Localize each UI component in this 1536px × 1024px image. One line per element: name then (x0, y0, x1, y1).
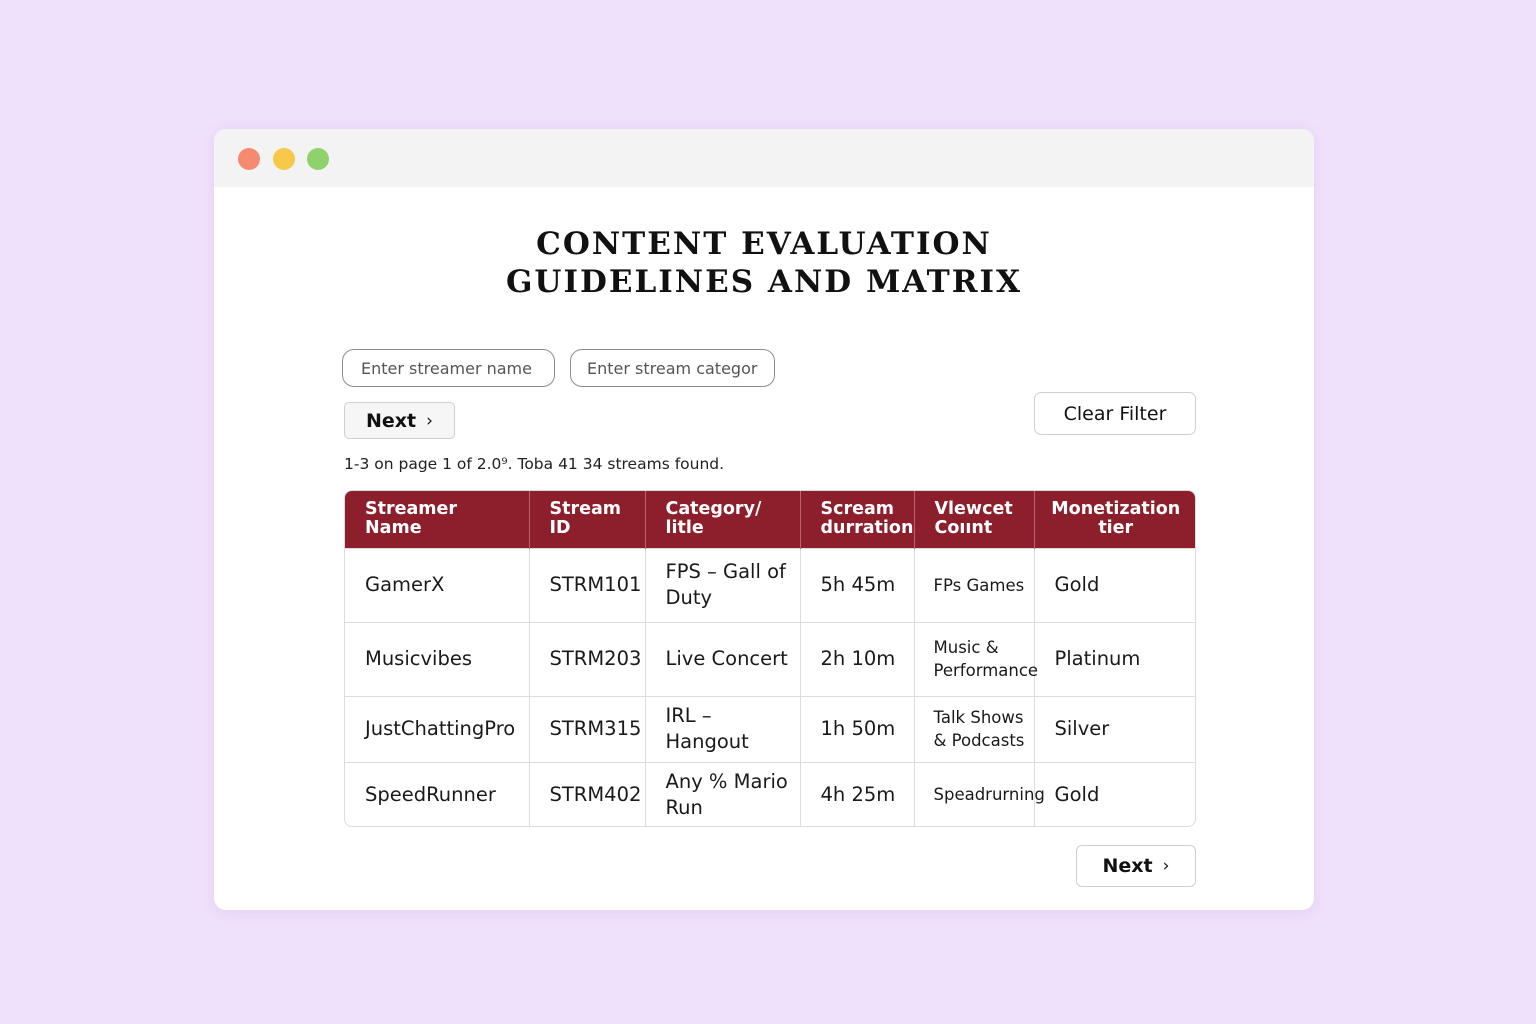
column-header-monetization-tier[interactable]: Monetization tier (1034, 491, 1195, 548)
cell-stream-id: STRM101 (529, 547, 646, 622)
cell-category: Any % Mario Run (645, 761, 801, 826)
table-header-row: Streamer Name Stream ID Category/ litle … (345, 491, 1195, 548)
chevron-right-icon: › (426, 410, 433, 431)
column-header-streamer-name[interactable]: Streamer Name (345, 491, 530, 548)
table-row[interactable]: Musicvibes STRM203 Live Concert 2h 10m M… (345, 621, 1195, 696)
cell-duration: 5h 45m (800, 547, 915, 622)
column-header-viewer-count[interactable]: Vlewcet Coıınt (914, 491, 1035, 548)
cell-streamer-name: Musicvibes (345, 621, 530, 696)
cell-duration: 1h 50m (800, 695, 915, 762)
maximize-window-button[interactable] (307, 148, 329, 170)
cell-stream-id: STRM402 (529, 761, 646, 826)
next-page-button[interactable]: Next › (1076, 845, 1196, 887)
next-page-label: Next (1102, 855, 1153, 877)
page-title-line-2: GUIDELINES AND MATRIX (505, 264, 1023, 300)
cell-duration: 4h 25m (800, 761, 915, 826)
cell-streamer-name: SpeedRunner (345, 761, 530, 826)
clear-filter-button[interactable]: Clear Filter (1034, 392, 1196, 435)
app-window: CONTENT EVALUATION GUIDELINES AND MATRIX… (214, 129, 1314, 910)
cell-viewer-count: Music & Performance (914, 621, 1038, 696)
cell-duration: 2h 10m (800, 621, 915, 696)
close-window-button[interactable] (238, 148, 260, 170)
column-header-duration[interactable]: Scream durration (800, 491, 915, 548)
cell-monetization-tier: Gold (1034, 547, 1195, 622)
cell-category: IRL – Hangout (645, 695, 801, 762)
results-summary: 1-3 on page 1 of 2.0⁹. Toba 41 34 stream… (344, 455, 725, 473)
minimize-window-button[interactable] (273, 148, 295, 170)
table-row[interactable]: GamerX STRM101 FPS – Gall of Duty 5h 45m… (345, 547, 1195, 622)
cell-viewer-count: FPs Games (914, 547, 1035, 622)
cell-monetization-tier: Platinum (1034, 621, 1195, 696)
stream-category-input[interactable] (570, 349, 775, 387)
page-title-line-1: CONTENT EVALUATION (536, 226, 992, 262)
column-header-category[interactable]: Category/ litle (645, 491, 801, 548)
cell-viewer-count: Talk Shows & Podcasts (914, 695, 1035, 762)
cell-monetization-tier: Gold (1034, 761, 1195, 826)
window-titlebar (214, 129, 1314, 187)
next-button-label: Next (366, 409, 417, 432)
cell-stream-id: STRM203 (529, 621, 646, 696)
table-row[interactable]: JustChattingPro STRM315 IRL – Hangout 1h… (345, 695, 1195, 762)
cell-category: Live Concert (645, 621, 801, 696)
streamer-name-input[interactable] (342, 349, 555, 387)
clear-filter-label: Clear Filter (1063, 402, 1167, 425)
next-button-top[interactable]: Next › (344, 402, 455, 439)
cell-viewer-count: Speadrurning (914, 761, 1045, 826)
table-row[interactable]: SpeedRunner STRM402 Any % Mario Run 4h 2… (345, 761, 1195, 826)
cell-stream-id: STRM315 (529, 695, 646, 762)
chevron-right-icon: › (1162, 856, 1170, 876)
cell-monetization-tier: Silver (1034, 695, 1195, 762)
page-title: CONTENT EVALUATION GUIDELINES AND MATRIX (214, 225, 1314, 301)
streams-table: Streamer Name Stream ID Category/ litle … (344, 490, 1196, 827)
cell-streamer-name: GamerX (345, 547, 530, 622)
cell-category: FPS – Gall of Duty (645, 547, 801, 622)
column-header-stream-id[interactable]: Stream ID (529, 491, 646, 548)
cell-streamer-name: JustChattingPro (345, 695, 530, 762)
